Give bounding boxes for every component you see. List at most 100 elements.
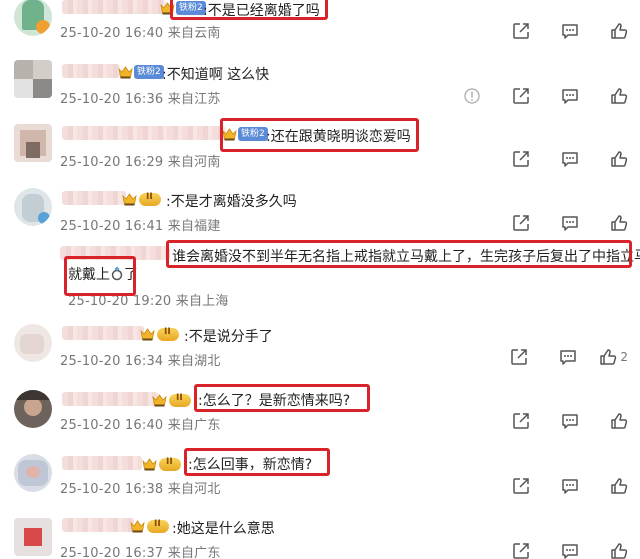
comment-time: 25-10-20 16:29: [60, 155, 164, 170]
share-icon[interactable]: [512, 412, 530, 430]
highlight-box: [194, 384, 370, 412]
highlight-box: [64, 256, 136, 296]
crown-icon: [142, 457, 157, 471]
comment-icon[interactable]: [561, 477, 579, 495]
comment-item: :她这是什么意思 25-10-20 16:37 来自广东: [0, 514, 640, 559]
avatar[interactable]: [14, 390, 52, 428]
comment-time: 25-10-20 16:34: [60, 354, 164, 369]
comment-meta: 25-10-20 16:36 来自江苏: [60, 88, 221, 107]
comment-location: 来自福建: [167, 219, 221, 234]
crown-icon: [130, 519, 145, 533]
highlight-box: [166, 240, 632, 268]
share-icon[interactable]: [512, 22, 530, 40]
thumb-up-icon[interactable]: [610, 477, 628, 495]
comment-location: 来自湖北: [167, 354, 221, 369]
comment-icon[interactable]: [561, 150, 579, 168]
crown-icon: [152, 393, 167, 407]
level-badge: [157, 327, 179, 341]
level-badge: [159, 457, 181, 471]
comment-icon[interactable]: [561, 412, 579, 430]
fan-badge: 铁粉2: [134, 65, 164, 79]
report-icon[interactable]: [463, 87, 481, 105]
username[interactable]: [62, 326, 144, 340]
thumb-up-icon[interactable]: [610, 412, 628, 430]
comment-meta: 25-10-20 16:34 来自湖北: [60, 350, 221, 369]
highlight-box: [220, 118, 419, 152]
user-badges: [142, 456, 181, 472]
username[interactable]: [62, 456, 142, 470]
username[interactable]: [62, 392, 158, 406]
level-badge: [139, 192, 161, 206]
comment-actions: [481, 150, 628, 168]
thumb-up-icon[interactable]: [610, 87, 628, 105]
level-badge: [169, 393, 191, 407]
avatar[interactable]: [14, 124, 52, 162]
comment-text: :不是说分手了: [184, 329, 273, 345]
user-badges: [130, 518, 169, 534]
comment-item: :不是说分手了 25-10-20 16:34 来自湖北 2: [0, 322, 640, 370]
comment-meta: 25-10-20 16:41 来自福建: [60, 215, 221, 234]
crown-icon: [122, 192, 137, 206]
comment-icon[interactable]: [561, 87, 579, 105]
thumb-up-icon[interactable]: [610, 150, 628, 168]
comment-meta: 25-10-20 16:38 来自河北: [60, 478, 221, 497]
share-icon[interactable]: [512, 477, 530, 495]
comment-meta: 25-10-20 16:29 来自河南: [60, 151, 221, 170]
comment-location: 来自河北: [167, 482, 221, 497]
avatar[interactable]: [14, 60, 52, 98]
comment-actions: 2: [479, 348, 628, 366]
avatar[interactable]: [14, 518, 52, 556]
share-icon[interactable]: [512, 214, 530, 232]
comment-location: 来自云南: [167, 26, 221, 41]
share-icon[interactable]: [512, 150, 530, 168]
reply-time: 25-10-20 19:20: [68, 294, 172, 309]
thumb-up-icon[interactable]: [610, 214, 628, 232]
comment-actions: [481, 542, 628, 559]
comment-icon[interactable]: [561, 214, 579, 232]
share-icon[interactable]: [512, 87, 530, 105]
comment-text: :不知道啊 这么快: [162, 67, 270, 83]
comment-location: 来自河南: [167, 155, 221, 170]
comment-item: :不是才离婚没多久吗 25-10-20 16:41 来自福建: [0, 188, 640, 236]
username[interactable]: [62, 518, 134, 532]
level-badge: [147, 519, 169, 533]
thumb-up-icon[interactable]: [610, 542, 628, 559]
username[interactable]: [62, 126, 226, 140]
comment-location: 来自广东: [167, 418, 221, 433]
comment-time: 25-10-20 16:36: [60, 92, 164, 107]
highlight-box: [184, 448, 330, 476]
comment-time: 25-10-20 16:41: [60, 219, 164, 234]
avatar[interactable]: [14, 454, 52, 492]
comment-time: 25-10-20 16:40: [60, 418, 164, 433]
comment-actions: [481, 22, 628, 40]
user-badges: [140, 326, 179, 342]
reply-location: 来自上海: [175, 294, 229, 309]
comment-location: 来自广东: [167, 546, 221, 559]
comment-icon[interactable]: [559, 348, 577, 366]
comment-meta: 25-10-20 16:40 来自云南: [60, 22, 221, 41]
thumb-up-icon[interactable]: [610, 22, 628, 40]
user-badges: 铁粉2: [118, 64, 164, 80]
comment-time: 25-10-20 16:37: [60, 546, 164, 559]
username[interactable]: [62, 64, 120, 78]
share-icon[interactable]: [512, 542, 530, 559]
username[interactable]: [62, 0, 166, 14]
share-icon[interactable]: [510, 348, 528, 366]
comment-location: 来自江苏: [167, 92, 221, 107]
comment-icon[interactable]: [561, 542, 579, 559]
comment-meta: 25-10-20 16:37 来自广东: [60, 542, 221, 559]
avatar[interactable]: [14, 188, 52, 226]
avatar[interactable]: [14, 0, 52, 36]
user-badges: [122, 191, 161, 207]
username[interactable]: [62, 191, 126, 205]
comment-text: :不是才离婚没多久吗: [166, 194, 297, 210]
crown-icon: [118, 65, 133, 79]
comment-text: :她这是什么意思: [172, 521, 275, 537]
comment-actions: [481, 412, 628, 430]
avatar[interactable]: [14, 324, 52, 362]
comment-icon[interactable]: [561, 22, 579, 40]
thumb-up-icon[interactable]: [599, 348, 617, 366]
comment-time: 25-10-20 16:38: [60, 482, 164, 497]
crown-icon: [140, 327, 155, 341]
comment-actions: [432, 87, 628, 105]
